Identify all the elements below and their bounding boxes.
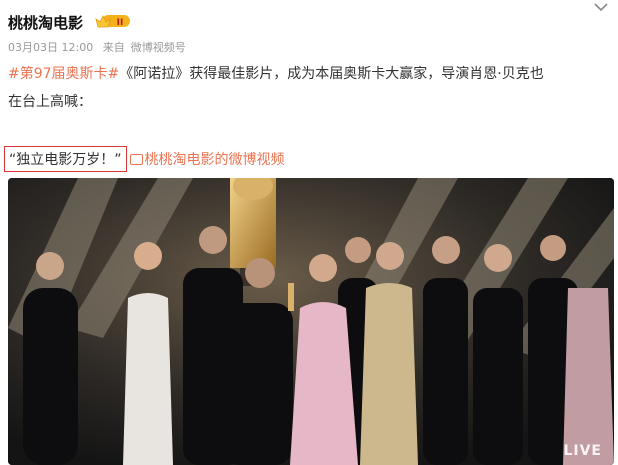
video-frame-image [8, 178, 614, 465]
video-link-label: 桃桃淘电影的微博视频 [144, 152, 285, 168]
post-text-line-3: “独立电影万岁！” 桃桃淘电影的微博视频 [4, 146, 285, 172]
post-source-prefix: 来自 [102, 41, 125, 54]
video-link-icon [129, 154, 143, 165]
video-link[interactable]: 桃桃淘电影的微博视频 [129, 152, 285, 168]
post-text-line-1: #第97届奥斯卡#《阿诺拉》获得最佳影片，成为本届奥斯卡大赢家，导演肖恩·贝克也 [8, 63, 544, 83]
post-meta: 03月03日 12:00 来自 微博视频号 [8, 39, 192, 55]
svg-text:II: II [117, 18, 124, 28]
post-source[interactable]: 微博视频号 [131, 41, 186, 54]
post-timestamp[interactable]: 03月03日 12:00 [8, 41, 93, 54]
video-player[interactable]: LIVE [8, 178, 614, 465]
post-text-rest: 《阿诺拉》获得最佳影片，成为本届奥斯卡大赢家，导演肖恩·贝克也 [119, 66, 544, 82]
highlighted-quote: “独立电影万岁！” [4, 146, 127, 172]
hashtag-link[interactable]: #第97届奥斯卡# [8, 66, 119, 82]
crown-level-badge-icon: II [95, 15, 130, 28]
post-text-line-2: 在台上高喊： [8, 94, 92, 110]
author-name[interactable]: 桃桃淘电影 [8, 12, 83, 33]
chevron-down-icon[interactable] [592, 0, 610, 16]
live-label: LIVE [563, 443, 602, 459]
